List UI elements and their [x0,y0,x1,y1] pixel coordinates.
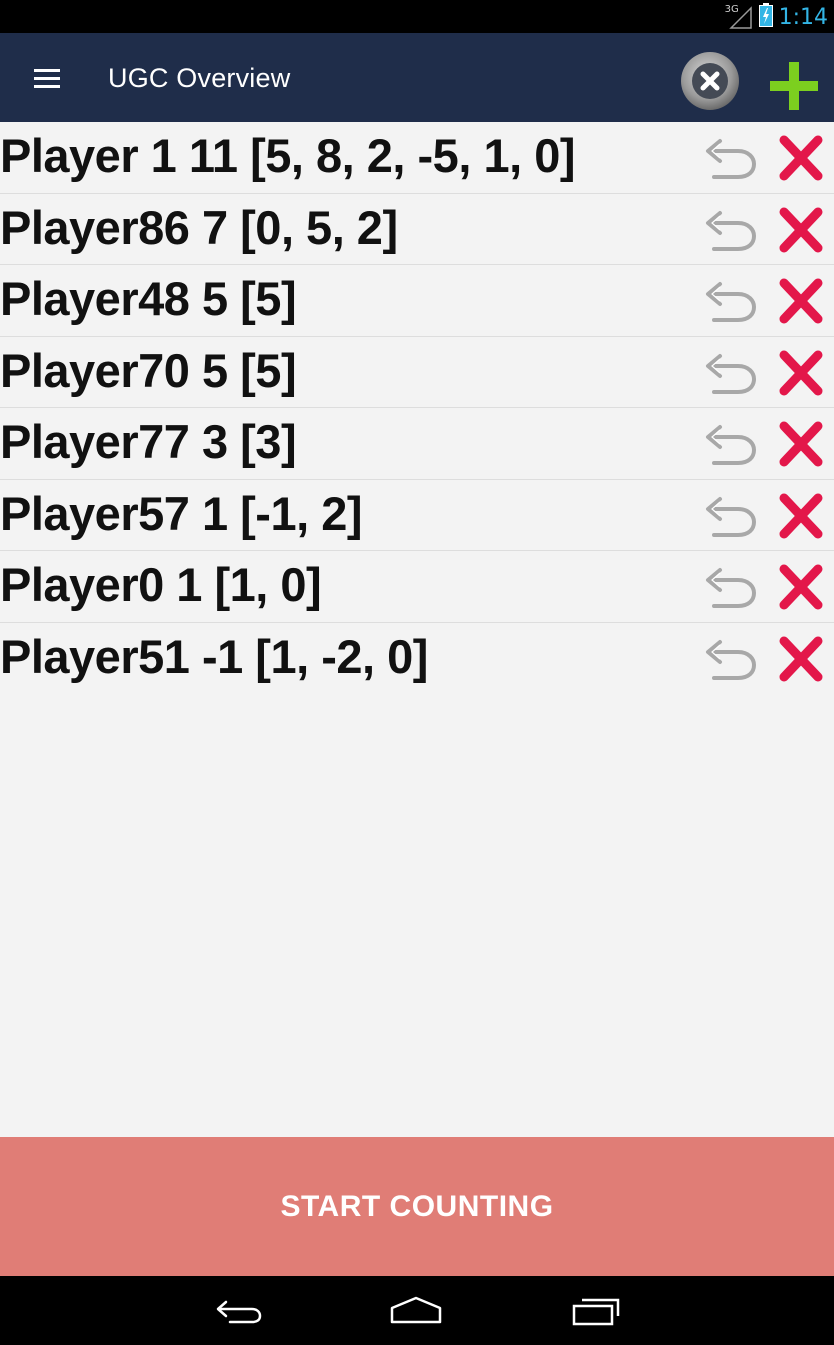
navigation-bar [0,1276,834,1345]
delete-icon[interactable] [776,635,826,683]
delete-icon[interactable] [776,206,826,254]
list-item[interactable]: Player48 5 [5] [0,265,834,337]
action-bar: UGC Overview [0,33,834,122]
delete-icon[interactable] [776,492,826,540]
undo-icon[interactable] [700,490,762,542]
undo-icon[interactable] [700,418,762,470]
delete-icon[interactable] [776,277,826,325]
clear-all-icon[interactable] [678,51,742,113]
delete-icon[interactable] [776,349,826,397]
player-label: Player 1 11 [5, 8, 2, -5, 1, 0] [0,129,575,182]
status-time: 1:14 [778,4,828,30]
delete-icon[interactable] [776,134,826,182]
undo-icon[interactable] [700,561,762,613]
status-indicators: 3G 1:14 [724,2,828,32]
menu-icon-line [34,68,60,72]
undo-icon[interactable] [700,347,762,399]
back-icon[interactable] [208,1290,268,1330]
undo-icon[interactable] [700,204,762,256]
list-item[interactable]: Player 1 11 [5, 8, 2, -5, 1, 0] [0,122,834,194]
page-title: UGC Overview [108,63,291,93]
player-label: Player0 1 [1, 0] [0,558,322,611]
delete-icon[interactable] [776,420,826,468]
list-item[interactable]: Player70 5 [5] [0,337,834,408]
recents-icon[interactable] [566,1290,626,1330]
signal-icon: 3G [724,4,753,29]
player-label: Player86 7 [0, 5, 2] [0,200,398,254]
player-label: Player48 5 [5] [0,272,297,325]
list-item[interactable]: Player57 1 [-1, 2] [0,480,834,551]
delete-icon[interactable] [776,563,826,611]
player-label: Player70 5 [5] [0,343,297,397]
list-item[interactable]: Player51 -1 [1, -2, 0] [0,623,834,695]
player-label: Player57 1 [-1, 2] [0,486,363,540]
status-bar: 3G 1:14 [0,0,834,33]
undo-icon[interactable] [700,633,762,685]
home-icon[interactable] [386,1290,446,1330]
undo-icon[interactable] [700,275,762,327]
list-item[interactable]: Player0 1 [1, 0] [0,551,834,623]
add-icon[interactable] [768,60,820,112]
undo-icon[interactable] [700,132,762,184]
list-item[interactable]: Player77 3 [3] [0,408,834,480]
menu-icon[interactable] [22,59,72,97]
player-label: Player51 -1 [1, -2, 0] [0,629,428,683]
start-counting-button[interactable]: START COUNTING [0,1137,834,1276]
menu-icon-line [34,84,60,88]
menu-icon-line [34,76,60,80]
list-item[interactable]: Player86 7 [0, 5, 2] [0,194,834,265]
network-type: 3G [724,4,739,15]
player-list: Player 1 11 [5, 8, 2, -5, 1, 0] Player86… [0,122,834,1137]
player-label: Player77 3 [3] [0,415,297,468]
battery-icon [758,2,773,32]
